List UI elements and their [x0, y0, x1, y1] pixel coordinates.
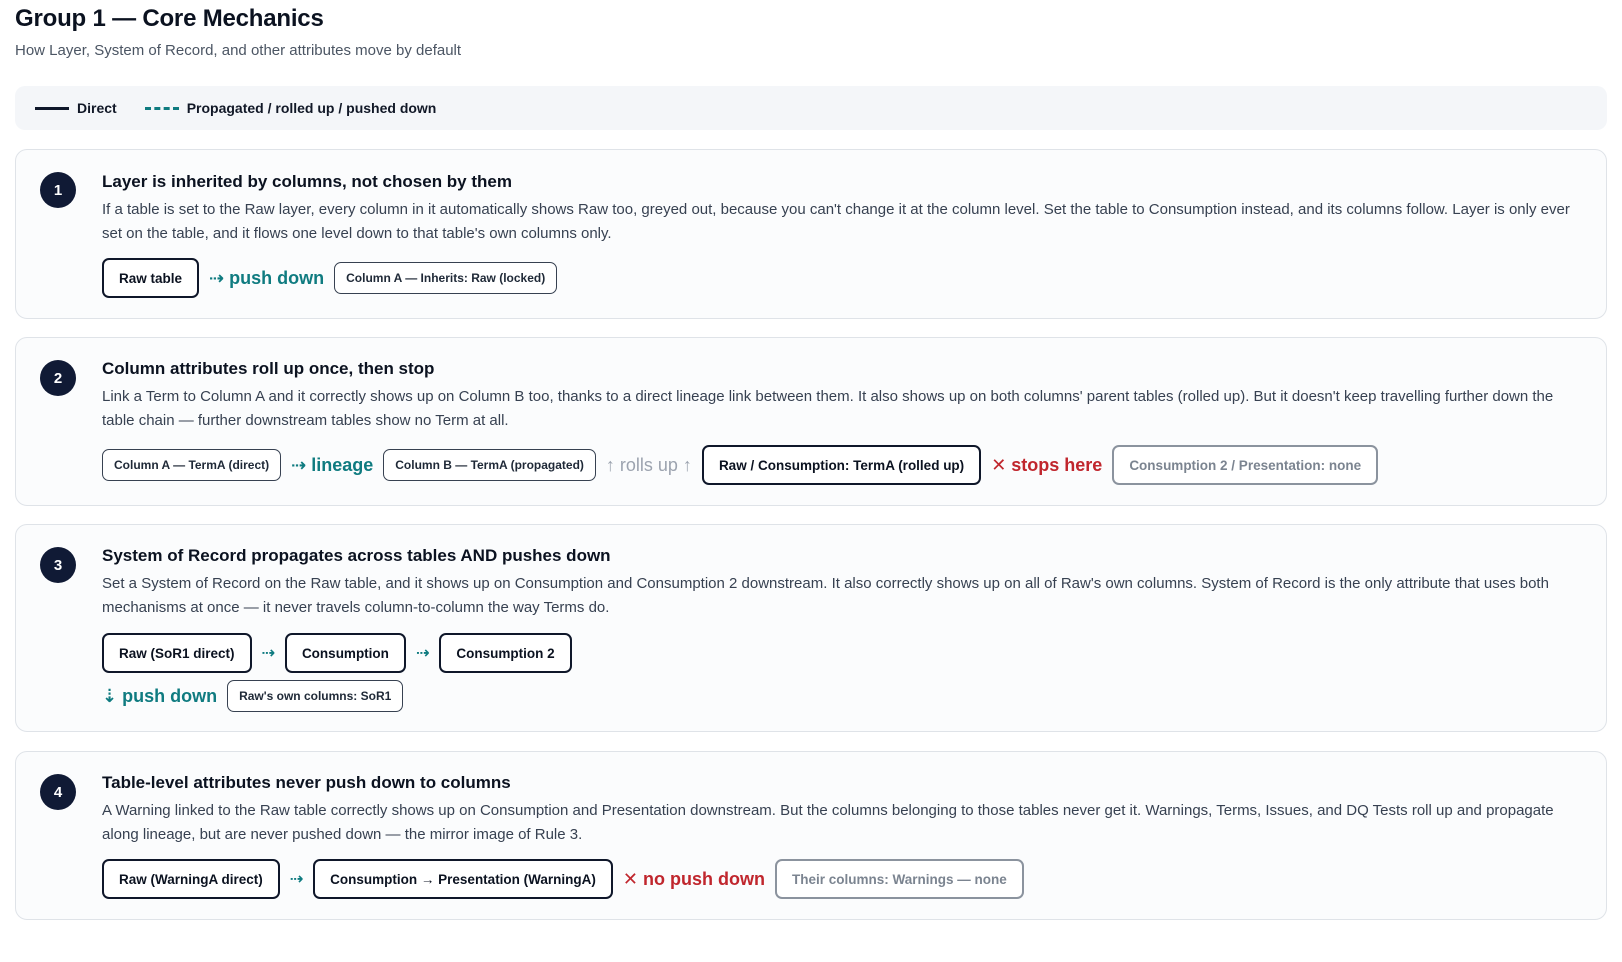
propagate-arrow: ⇢	[289, 871, 304, 888]
rule-number-badge: 1	[40, 172, 76, 208]
rule-flow: Raw (WarningA direct) ⇢ Consumption → Pr…	[102, 859, 1024, 899]
flow-node-raw: Raw (SoR1 direct)	[102, 633, 252, 673]
flow-node-rolled-up-tables: Raw / Consumption: TermA (rolled up)	[701, 445, 982, 485]
legend-propagated-label: Propagated / rolled up / pushed down	[186, 100, 437, 116]
rule-flow: Column A — TermA (direct) ⇢ lineage Colu…	[102, 445, 1379, 485]
lineage-connector: ⇢ lineage	[291, 454, 374, 475]
rule-description: Link a Term to Column A and it correctly…	[102, 388, 1554, 429]
flow-node-raw-table: Raw table	[102, 258, 200, 298]
stops-here-marker: ✕ stops here	[991, 454, 1103, 475]
flow-node-raw-columns: Raw's own columns: SoR1	[227, 680, 404, 712]
rule-card-2: 2 Column attributes roll up once, then s…	[15, 337, 1607, 506]
rule-card-1: 1 Layer is inherited by columns, not cho…	[15, 149, 1607, 319]
rule-title: Table-level attributes never push down t…	[102, 773, 511, 792]
propagate-arrow: ⇢	[261, 645, 275, 662]
rule-number-badge: 3	[40, 547, 76, 583]
flow-node-consumption: Consumption	[284, 633, 406, 673]
rule-card-3: 3 System of Record propagates across tab…	[15, 524, 1607, 732]
legend-propagated: Propagated / rolled up / pushed down	[144, 100, 437, 116]
rule-title: Layer is inherited by columns, not chose…	[102, 172, 512, 191]
flow-node-column-a: Column A — Inherits: Raw (locked)	[334, 262, 558, 294]
rule-flow: Raw (SoR1 direct) ⇢ Consumption ⇢ Consum…	[102, 633, 572, 673]
flow-node-raw: Raw (WarningA direct)	[102, 859, 280, 899]
flow-node-column-b: Column B — TermA (propagated)	[383, 449, 596, 481]
flow-node-columns-none: Their columns: Warnings — none	[774, 859, 1024, 899]
legend-direct: Direct	[35, 100, 117, 116]
push-down-connector: ⇢ push down	[209, 267, 325, 288]
flow-node-column-a: Column A — TermA (direct)	[102, 449, 282, 481]
rule-description: Set a System of Record on the Raw table,…	[102, 575, 1549, 616]
rule-description: If a table is set to the Raw layer, ever…	[102, 201, 1570, 242]
legend-direct-label: Direct	[77, 100, 117, 116]
legend: Direct Propagated / rolled up / pushed d…	[15, 86, 1607, 130]
rule-number-badge: 4	[40, 774, 76, 810]
page-subtitle: How Layer, System of Record, and other a…	[15, 42, 462, 59]
rule-flow: Raw table ⇢ push down Column A — Inherit…	[102, 258, 558, 298]
push-down-connector: ⇣ push down	[102, 685, 218, 706]
dashed-line-icon	[144, 106, 179, 110]
rule-card-4: 4 Table-level attributes never push down…	[15, 751, 1607, 920]
rule-subflow: ⇣ push down Raw's own columns: SoR1	[102, 680, 404, 712]
page-title: Group 1 — Core Mechanics	[15, 5, 324, 32]
rule-title: Column attributes roll up once, then sto…	[102, 359, 435, 378]
rule-description: A Warning linked to the Raw table correc…	[102, 802, 1554, 843]
propagate-arrow: ⇢	[415, 645, 430, 662]
rule-number-badge: 2	[40, 360, 76, 396]
rule-title: System of Record propagates across table…	[102, 546, 611, 565]
rolls-up-connector: ↑ rolls up ↑	[605, 454, 692, 475]
solid-line-icon	[35, 106, 69, 110]
no-push-down-marker: ✕ no push down	[622, 868, 765, 889]
flow-node-consumption-presentation: Consumption → Presentation (WarningA)	[313, 859, 613, 899]
flow-node-consumption-2: Consumption 2	[439, 633, 572, 673]
flow-node-downstream-none: Consumption 2 / Presentation: none	[1112, 445, 1379, 485]
